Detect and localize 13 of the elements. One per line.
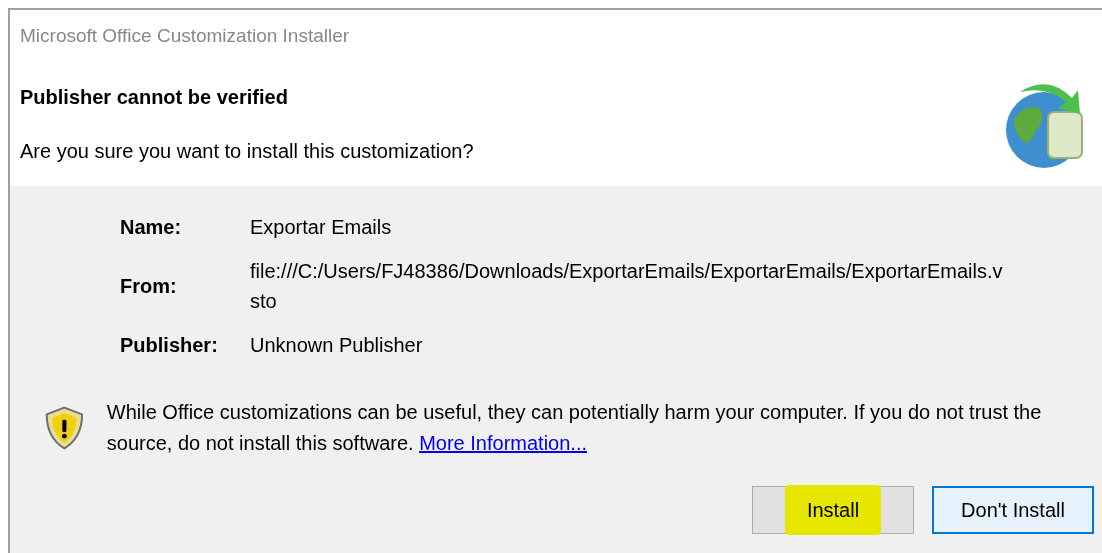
detail-value: Exportar Emails — [250, 215, 393, 240]
detail-value: file:///C:/Users/FJ48386/Downloads/ExportarEmails/ExportarEmails/ExportarEmails.vsto — [250, 259, 1004, 314]
dialog-button[interactable]: Install — [752, 486, 914, 534]
detail-label: From: — [120, 274, 178, 299]
dialog-button[interactable]: Don't Install — [932, 486, 1094, 534]
detail-label: Name: — [120, 215, 183, 240]
more-information-link[interactable]: More Information... — [419, 432, 587, 454]
detail-label: Publisher: — [120, 333, 219, 358]
dialog-heading: Publisher cannot be verified — [20, 85, 289, 110]
detail-value: Unknown Publisher — [250, 333, 424, 358]
warning-text: While Office customizations can be useful, they can potentially harm your computer. If you do not trust the source, do not install this software. More Information... — [106, 400, 1043, 456]
dialog-question: Are you sure you want to install this customization? — [20, 139, 474, 164]
window-title: Microsoft Office Customization Installer — [20, 24, 351, 48]
